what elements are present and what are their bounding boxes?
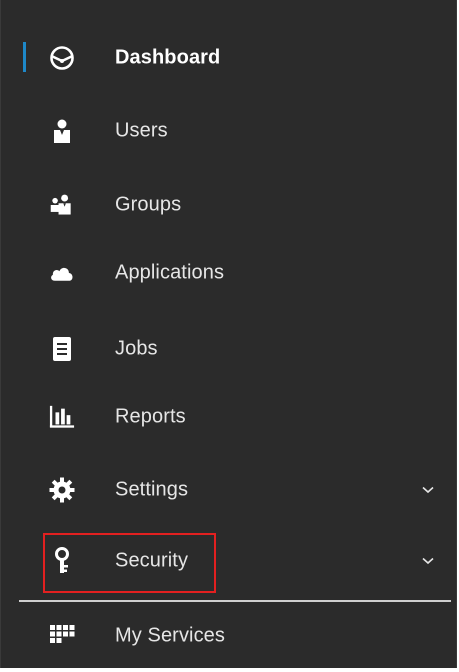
sidebar-item-users[interactable]: Users xyxy=(1,95,458,167)
sidebar-item-label: Users xyxy=(115,119,168,142)
chevron-down-icon[interactable] xyxy=(421,483,435,497)
grid-icon xyxy=(49,623,75,649)
sidebar-item-label: Reports xyxy=(115,405,186,428)
sidebar-item-label: Settings xyxy=(115,478,189,501)
dashboard-icon xyxy=(49,45,75,71)
bar-chart-icon xyxy=(49,404,75,430)
sidebar-item-reports[interactable]: Reports xyxy=(1,381,458,453)
jobs-icon xyxy=(49,336,75,362)
sidebar-item-label: Dashboard xyxy=(115,46,221,69)
sidebar-item-jobs[interactable]: Jobs xyxy=(1,313,458,385)
sidebar-item-settings[interactable]: Settings xyxy=(1,454,458,526)
sidebar-item-label: Jobs xyxy=(115,337,158,360)
sidebar-item-label: My Services xyxy=(115,624,226,647)
chevron-down-icon[interactable] xyxy=(421,554,435,568)
user-icon xyxy=(49,118,75,144)
sidebar-item-dashboard[interactable]: Dashboard xyxy=(1,22,458,94)
sidebar-item-groups[interactable]: Groups xyxy=(1,169,458,241)
sidebar-item-label: Applications xyxy=(115,261,225,284)
sidebar-item-applications[interactable]: Applications xyxy=(1,237,458,309)
sidebar-item-my-services[interactable]: My Services xyxy=(1,600,458,672)
cloud-icon xyxy=(49,260,75,286)
highlight-box xyxy=(43,533,216,593)
sidebar: Dashboard Users Groups Applications Jobs… xyxy=(0,0,457,668)
gear-icon xyxy=(49,477,75,503)
sidebar-item-label: Groups xyxy=(115,193,182,216)
groups-icon xyxy=(49,192,75,218)
